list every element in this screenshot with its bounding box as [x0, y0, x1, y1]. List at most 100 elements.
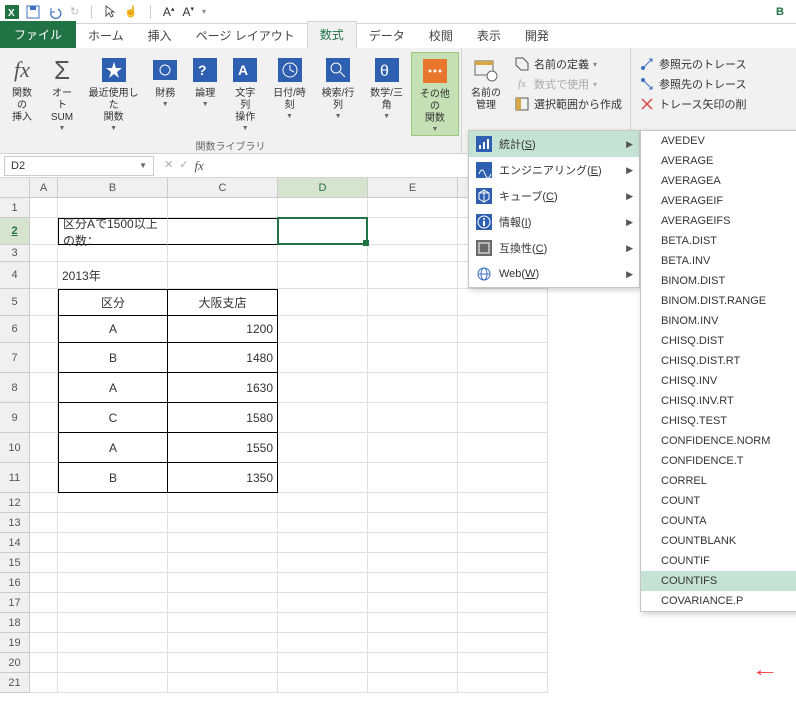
cell-B6[interactable]: A	[58, 316, 168, 343]
cell-E12[interactable]	[368, 493, 458, 513]
cell-B10[interactable]: A	[58, 433, 168, 463]
tab-file[interactable]: ファイル	[0, 21, 76, 48]
cell-A2[interactable]	[30, 218, 58, 245]
row-header-3[interactable]: 3	[0, 245, 30, 262]
text-button[interactable]: A 文字列 操作 ▼	[225, 52, 265, 134]
cell-E21[interactable]	[368, 673, 458, 693]
fn-item-confidence-t[interactable]: CONFIDENCE.T	[641, 451, 796, 471]
fn-item-average[interactable]: AVERAGE	[641, 151, 796, 171]
cell-C15[interactable]	[168, 553, 278, 573]
math-button[interactable]: θ 数学/三角 ▼	[362, 52, 411, 122]
cell-D7[interactable]	[278, 343, 368, 373]
fn-item-beta-inv[interactable]: BETA.INV	[641, 251, 796, 271]
cell-C17[interactable]	[168, 593, 278, 613]
cell-D20[interactable]	[278, 653, 368, 673]
cell-D4[interactable]	[278, 262, 368, 289]
cell-D12[interactable]	[278, 493, 368, 513]
fn-item-binom-dist[interactable]: BINOM.DIST	[641, 271, 796, 291]
cell-A7[interactable]	[30, 343, 58, 373]
cell-F6[interactable]	[458, 316, 548, 343]
cell-F10[interactable]	[458, 433, 548, 463]
cell-E9[interactable]	[368, 403, 458, 433]
cell-F15[interactable]	[458, 553, 548, 573]
cell-B15[interactable]	[58, 553, 168, 573]
cell-B7[interactable]: B	[58, 343, 168, 373]
row-header-6[interactable]: 6	[0, 316, 30, 343]
cell-C16[interactable]	[168, 573, 278, 593]
define-name-button[interactable]: 名前の定義▾	[514, 56, 622, 72]
cell-C13[interactable]	[168, 513, 278, 533]
cell-D17[interactable]	[278, 593, 368, 613]
cell-D10[interactable]	[278, 433, 368, 463]
cell-D13[interactable]	[278, 513, 368, 533]
cell-C10[interactable]: 1550	[168, 433, 278, 463]
insert-function-button[interactable]: fx 関数の 挿入	[2, 52, 42, 126]
cell-A8[interactable]	[30, 373, 58, 403]
menu-item-engineering[interactable]: エンジニアリング(E) ▶	[469, 157, 639, 183]
cell-A3[interactable]	[30, 245, 58, 262]
autosum-button[interactable]: Σ オート SUM ▼	[42, 52, 82, 134]
cell-B18[interactable]	[58, 613, 168, 633]
row-header-8[interactable]: 8	[0, 373, 30, 403]
cell-F21[interactable]	[458, 673, 548, 693]
cell-F7[interactable]	[458, 343, 548, 373]
redo-icon[interactable]: ↻	[70, 5, 79, 18]
cell-A1[interactable]	[30, 198, 58, 218]
cell-A6[interactable]	[30, 316, 58, 343]
cell-C12[interactable]	[168, 493, 278, 513]
cell-E16[interactable]	[368, 573, 458, 593]
cell-F19[interactable]	[458, 633, 548, 653]
trace-dependents-button[interactable]: 参照先のトレース	[639, 76, 746, 92]
cell-B14[interactable]	[58, 533, 168, 553]
fn-item-correl[interactable]: CORREL	[641, 471, 796, 491]
name-manager-button[interactable]: 名前の 管理	[464, 52, 508, 114]
cell-B9[interactable]: C	[58, 403, 168, 433]
fn-item-chisq-inv[interactable]: CHISQ.INV	[641, 371, 796, 391]
cell-D19[interactable]	[278, 633, 368, 653]
fn-item-binom-inv[interactable]: BINOM.INV	[641, 311, 796, 331]
col-header-E[interactable]: E	[368, 178, 458, 197]
row-header-11[interactable]: 11	[0, 463, 30, 493]
cell-E2[interactable]	[368, 218, 458, 245]
cell-F17[interactable]	[458, 593, 548, 613]
logic-button[interactable]: ? 論理 ▼	[185, 52, 225, 110]
namebox-dropdown-icon[interactable]: ▼	[139, 161, 147, 170]
cell-A5[interactable]	[30, 289, 58, 316]
row-header-19[interactable]: 19	[0, 633, 30, 653]
menu-item-statistics[interactable]: 統計(S) ▶	[469, 131, 639, 157]
row-header-4[interactable]: 4	[0, 262, 30, 289]
recent-button[interactable]: 最近使用した 関数 ▼	[82, 52, 145, 134]
cell-F9[interactable]	[458, 403, 548, 433]
row-header-12[interactable]: 12	[0, 493, 30, 513]
cell-B2[interactable]: 区分Aで1500以上の数：	[58, 218, 168, 245]
cell-B20[interactable]	[58, 653, 168, 673]
cell-E18[interactable]	[368, 613, 458, 633]
row-header-10[interactable]: 10	[0, 433, 30, 463]
row-header-21[interactable]: 21	[0, 673, 30, 693]
fn-item-confidence-norm[interactable]: CONFIDENCE.NORM	[641, 431, 796, 451]
cell-D8[interactable]	[278, 373, 368, 403]
row-header-14[interactable]: 14	[0, 533, 30, 553]
cell-A19[interactable]	[30, 633, 58, 653]
menu-item-information[interactable]: 情報(I) ▶	[469, 209, 639, 235]
cell-A12[interactable]	[30, 493, 58, 513]
cell-B8[interactable]: A	[58, 373, 168, 403]
cell-A21[interactable]	[30, 673, 58, 693]
cell-C21[interactable]	[168, 673, 278, 693]
cell-B4[interactable]: 2013年	[58, 262, 168, 289]
tab-insert[interactable]: 挿入	[136, 23, 184, 48]
cell-E6[interactable]	[368, 316, 458, 343]
tab-review[interactable]: 校閲	[417, 23, 465, 48]
cell-C14[interactable]	[168, 533, 278, 553]
save-icon[interactable]	[26, 5, 40, 19]
cell-A18[interactable]	[30, 613, 58, 633]
cell-A9[interactable]	[30, 403, 58, 433]
menu-item-web[interactable]: Web(W) ▶	[469, 261, 639, 287]
cell-E1[interactable]	[368, 198, 458, 218]
decrease-font-icon[interactable]: A▾	[182, 5, 194, 19]
cell-A13[interactable]	[30, 513, 58, 533]
cell-B21[interactable]	[58, 673, 168, 693]
cell-D15[interactable]	[278, 553, 368, 573]
cell-D21[interactable]	[278, 673, 368, 693]
cell-A17[interactable]	[30, 593, 58, 613]
